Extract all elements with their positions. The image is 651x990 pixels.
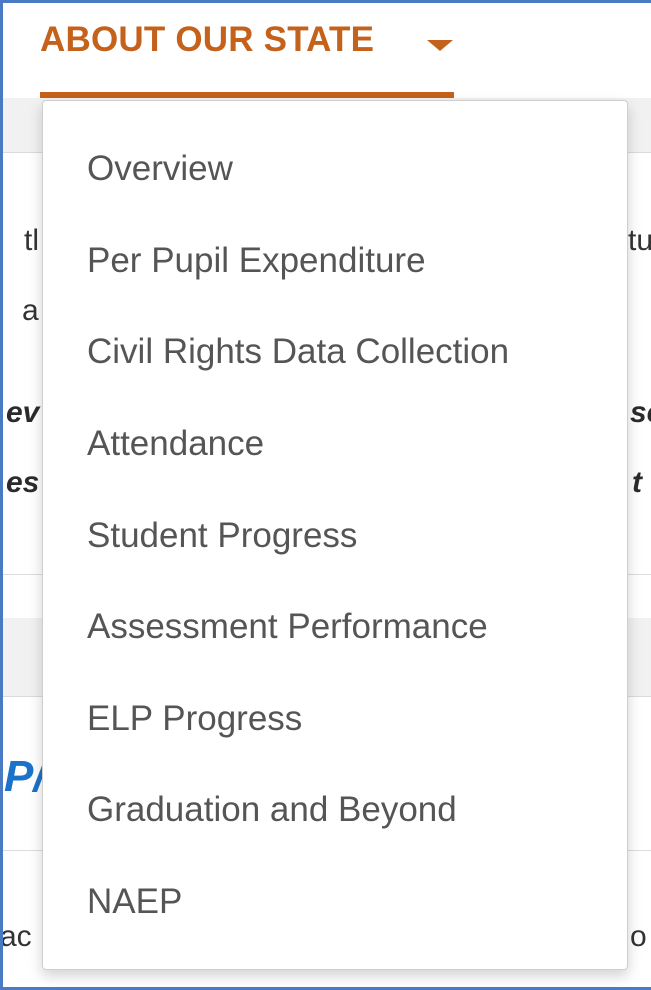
nav-tab-label: ABOUT OUR STATE xyxy=(40,20,375,59)
background-heading-fragment: P/ xyxy=(4,752,46,801)
background-text-fragment: ev xyxy=(6,396,40,429)
menu-item-label: Assessment Performance xyxy=(87,607,488,646)
menu-item-label: ELP Progress xyxy=(87,699,303,738)
menu-item-attendance[interactable]: Attendance xyxy=(43,414,627,474)
menu-item-naep[interactable]: NAEP xyxy=(43,872,627,932)
menu-item-per-pupil-expenditure[interactable]: Per Pupil Expenditure xyxy=(43,231,627,291)
menu-item-label: Student Progress xyxy=(87,516,358,555)
background-text-fragment: se xyxy=(630,396,651,429)
menu-item-label: Per Pupil Expenditure xyxy=(87,241,426,280)
background-text-fragment: o xyxy=(630,920,647,953)
menu-item-label: Graduation and Beyond xyxy=(87,790,457,829)
menu-item-assessment-performance[interactable]: Assessment Performance xyxy=(43,597,627,657)
menu-item-label: Overview xyxy=(87,149,233,188)
about-our-state-dropdown-menu: Overview Per Pupil Expenditure Civil Rig… xyxy=(42,100,628,970)
background-text-fragment: es xyxy=(6,466,40,499)
menu-item-overview[interactable]: Overview xyxy=(43,139,627,199)
menu-item-graduation-and-beyond[interactable]: Graduation and Beyond xyxy=(43,780,627,840)
menu-item-elp-progress[interactable]: ELP Progress xyxy=(43,689,627,749)
background-text-fragment: tu xyxy=(628,224,651,257)
caret-down-icon xyxy=(427,40,453,51)
background-text-fragment: a xyxy=(22,294,39,327)
nav-tab-about-our-state[interactable]: ABOUT OUR STATE xyxy=(40,0,454,98)
menu-item-label: Civil Rights Data Collection xyxy=(87,332,510,371)
menu-item-student-progress[interactable]: Student Progress xyxy=(43,506,627,566)
menu-item-civil-rights-data-collection[interactable]: Civil Rights Data Collection xyxy=(43,322,627,382)
menu-item-label: NAEP xyxy=(87,882,183,921)
background-text-fragment: t xyxy=(632,466,642,499)
top-navigation-bar: ABOUT OUR STATE xyxy=(0,0,651,98)
active-tab-underline xyxy=(40,92,454,98)
menu-item-label: Attendance xyxy=(87,424,265,463)
background-text-fragment: tl xyxy=(24,224,39,257)
background-text-fragment: ac xyxy=(0,920,32,953)
